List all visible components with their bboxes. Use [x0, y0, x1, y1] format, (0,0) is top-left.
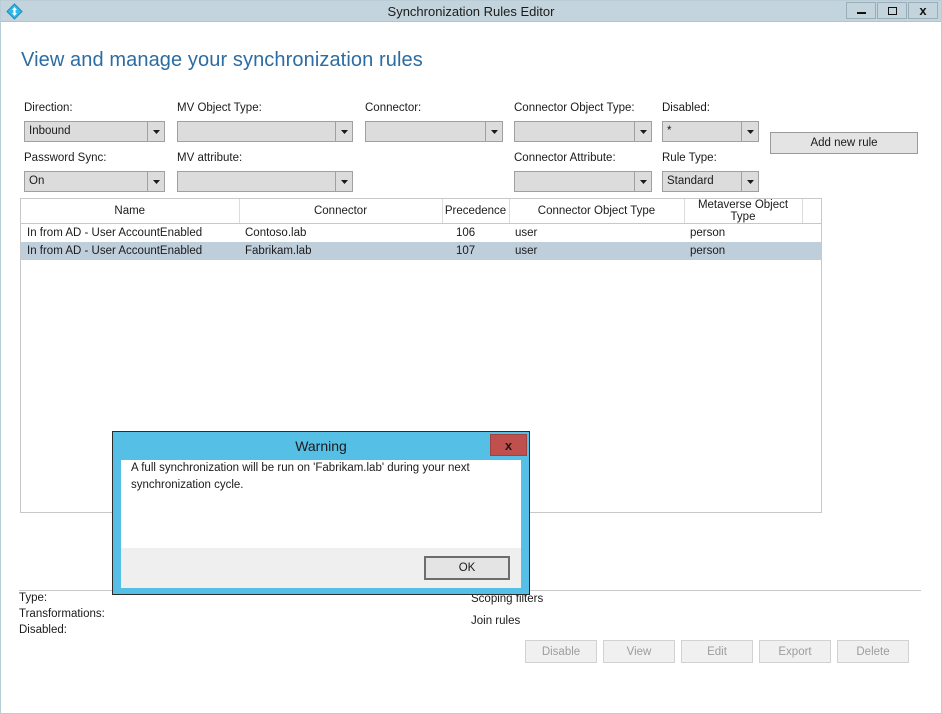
- chevron-down-icon[interactable]: [634, 172, 651, 191]
- mv-object-type-label: MV Object Type:: [177, 102, 262, 114]
- connector-attribute-value: [515, 172, 634, 191]
- column-header-metaverse-object-type[interactable]: Metaverse Object Type: [684, 199, 803, 224]
- mv-attribute-select[interactable]: [177, 171, 353, 192]
- direction-value: Inbound: [29, 125, 71, 137]
- detail-disabled-label: Disabled:: [19, 624, 67, 636]
- cell-name: In from AD - User AccountEnabled: [21, 241, 239, 260]
- dialog-message: A full synchronization will be run on 'F…: [131, 462, 470, 491]
- ok-button[interactable]: OK: [424, 556, 510, 580]
- column-header-connector[interactable]: Connector: [239, 199, 443, 224]
- chevron-down-icon[interactable]: [741, 172, 758, 191]
- join-rules-label: Join rules: [471, 615, 521, 627]
- cell-metaverse-object-type: person: [684, 241, 802, 260]
- close-glyph: x: [919, 3, 927, 18]
- table-row[interactable]: In from AD - User AccountEnabled Fabrika…: [21, 241, 821, 260]
- password-sync-label: Password Sync:: [24, 152, 107, 164]
- connector-object-type-select[interactable]: [514, 121, 652, 142]
- mv-object-type-select[interactable]: [177, 121, 353, 142]
- detail-type-label: Type:: [19, 592, 48, 604]
- chevron-down-icon[interactable]: [147, 172, 164, 191]
- detail-transformations-label: Transformations:: [19, 608, 105, 620]
- connector-object-type-label: Connector Object Type:: [514, 102, 635, 114]
- dialog-title: Warning: [295, 438, 347, 454]
- page-title: View and manage your synchronization rul…: [21, 49, 423, 71]
- cell-metaverse-object-type: person: [690, 226, 726, 239]
- disabled-select[interactable]: *: [662, 121, 759, 142]
- chevron-down-icon[interactable]: [634, 122, 651, 141]
- column-header-spacer: [802, 199, 821, 224]
- chevron-down-icon[interactable]: [741, 122, 758, 141]
- connector-attribute-label: Connector Attribute:: [514, 152, 616, 164]
- cell-connector-object-type: user: [509, 241, 684, 260]
- disable-button[interactable]: Disable: [525, 640, 597, 663]
- minimize-icon[interactable]: [846, 2, 876, 19]
- cell-precedence: 106: [456, 226, 476, 239]
- cell-connector-object-type: user: [515, 226, 538, 239]
- disabled-value: *: [667, 125, 672, 137]
- table-header-row: Name Connector Precedence Connector Obje…: [21, 199, 821, 224]
- connector-attribute-select[interactable]: [514, 171, 652, 192]
- mv-attribute-value: [178, 172, 335, 191]
- connector-object-type-value: [515, 122, 634, 141]
- password-sync-select[interactable]: On: [24, 171, 165, 192]
- chevron-down-icon[interactable]: [485, 122, 502, 141]
- column-header-connector-object-type[interactable]: Connector Object Type: [509, 199, 685, 224]
- maximize-icon[interactable]: [877, 2, 907, 19]
- view-button[interactable]: View: [603, 640, 675, 663]
- disabled-filter-label: Disabled:: [662, 102, 710, 114]
- close-icon[interactable]: x: [908, 2, 938, 19]
- export-button[interactable]: Export: [759, 640, 831, 663]
- table-row[interactable]: In from AD - User AccountEnabled Contoso…: [21, 224, 821, 242]
- warning-dialog: Warning x A full synchronization will be…: [112, 431, 530, 595]
- column-header-precedence[interactable]: Precedence: [442, 199, 510, 224]
- cell-connector: Contoso.lab: [245, 226, 307, 239]
- sync-rules-editor-window: Synchronization Rules Editor x View and …: [0, 0, 942, 714]
- rule-type-value: Standard: [667, 175, 714, 187]
- chevron-down-icon[interactable]: [147, 122, 164, 141]
- column-header-name[interactable]: Name: [21, 199, 240, 224]
- chevron-down-icon[interactable]: [335, 122, 352, 141]
- add-new-rule-button[interactable]: Add new rule: [770, 132, 918, 154]
- cell-name: In from AD - User AccountEnabled: [27, 226, 203, 239]
- mv-object-type-value: [178, 122, 335, 141]
- cell-connector: Fabrikam.lab: [239, 241, 442, 260]
- window-controls: x: [845, 2, 938, 19]
- mv-attribute-label: MV attribute:: [177, 152, 243, 164]
- action-button-bar: Disable View Edit Export Delete: [525, 640, 909, 663]
- rule-type-label: Rule Type:: [662, 152, 717, 164]
- connector-value: [366, 122, 485, 141]
- cell-precedence: 107: [442, 241, 509, 260]
- dialog-close-icon[interactable]: x: [490, 434, 527, 456]
- direction-select[interactable]: Inbound: [24, 121, 165, 142]
- rule-type-select[interactable]: Standard: [662, 171, 759, 192]
- connector-select[interactable]: [365, 121, 503, 142]
- chevron-down-icon[interactable]: [335, 172, 352, 191]
- connector-label: Connector:: [365, 102, 422, 114]
- cell-spacer: [802, 241, 821, 260]
- edit-button[interactable]: Edit: [681, 640, 753, 663]
- window-title: Synchronization Rules Editor: [387, 4, 555, 19]
- title-bar: Synchronization Rules Editor x: [1, 1, 941, 22]
- direction-label: Direction:: [24, 102, 73, 114]
- delete-button[interactable]: Delete: [837, 640, 909, 663]
- detail-labels: Type: Transformations: Disabled:: [19, 590, 105, 638]
- dialog-footer: OK: [121, 548, 521, 588]
- cell-spacer: [802, 224, 821, 242]
- password-sync-value: On: [29, 175, 45, 187]
